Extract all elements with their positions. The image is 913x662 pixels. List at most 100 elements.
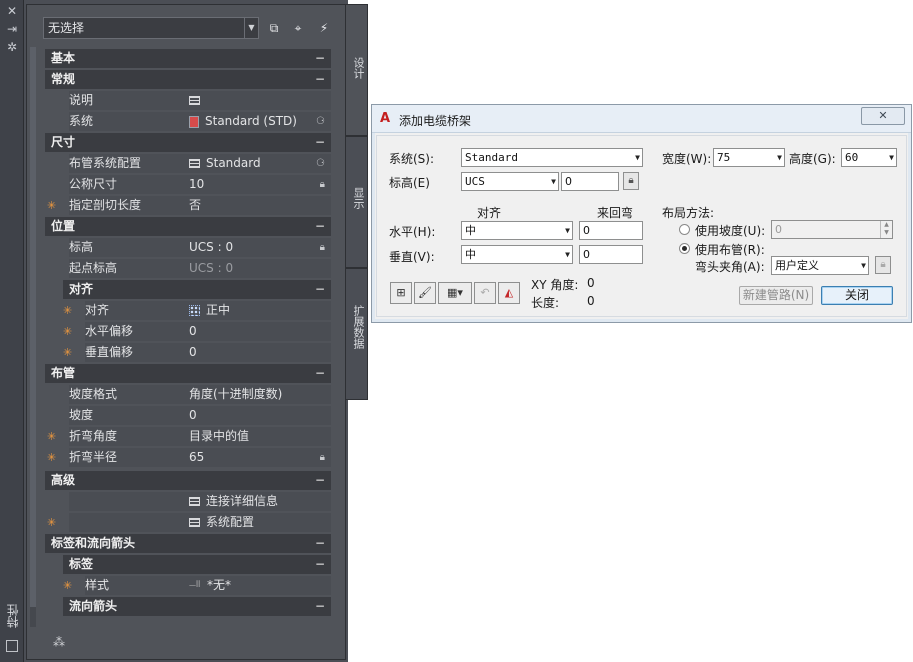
scrollbar[interactable] <box>30 47 36 627</box>
section-routing[interactable]: 布管 − <box>45 364 331 383</box>
quick-select-icon[interactable]: ⚡ <box>315 19 333 37</box>
selection-dropdown[interactable]: 无选择 ▼ <box>43 17 259 39</box>
lock-icon[interactable]: 🔒︎ <box>320 175 325 194</box>
binoculars-icon[interactable]: ⚆ <box>316 112 325 131</box>
property-row-system-config[interactable]: ✳ 系统配置 <box>45 513 331 532</box>
chevron-down-icon[interactable]: ▼ <box>244 18 258 38</box>
property-value[interactable]: 10 <box>187 175 331 194</box>
property-row-slope-format[interactable]: 坡度格式 角度(十进制度数) <box>45 385 331 404</box>
use-slope-radio[interactable] <box>679 224 690 235</box>
match-icon[interactable]: ⊞ <box>390 282 412 304</box>
spinner-icon[interactable]: ▲ ▼ <box>880 221 892 238</box>
section-location[interactable]: 位置 − <box>45 217 331 236</box>
property-row-slope[interactable]: 坡度 0 <box>45 406 331 425</box>
property-value[interactable]: 65 <box>187 448 331 467</box>
tab-extended-data[interactable]: 扩展数据 <box>346 268 368 400</box>
property-value[interactable]: 0 <box>187 406 331 425</box>
lock-icon[interactable]: 🔒︎ <box>320 238 325 257</box>
section-dimensions[interactable]: 尺寸 − <box>45 133 331 152</box>
collapse-icon[interactable]: − <box>315 133 325 152</box>
section-labels-flow[interactable]: 标签和流向箭头 − <box>45 534 331 553</box>
property-row-connection-details[interactable]: 连接详细信息 <box>45 492 331 511</box>
height-dropdown[interactable]: 60 ▼ <box>841 148 897 167</box>
section-flow-arrows[interactable]: 流向箭头 − <box>63 597 331 616</box>
add-to-selection-icon[interactable]: ⧉ <box>265 19 283 37</box>
property-value[interactable]: 0 <box>187 343 331 362</box>
undo-icon[interactable]: ↶ <box>474 282 496 304</box>
property-row-bend-radius[interactable]: ✳ 折弯半径 65 🔒︎ <box>45 448 331 467</box>
property-row-routing-pref[interactable]: 布管系统配置 Standard ⚆ <box>45 154 331 173</box>
property-row-system[interactable]: 系统 Standard (STD) ⚆ <box>45 112 331 131</box>
width-dropdown[interactable]: 75 ▼ <box>713 148 785 167</box>
vertical-justify-dropdown[interactable]: 中 ▼ <box>461 245 573 264</box>
property-value[interactable]: Standard <box>187 154 331 173</box>
property-row-h-offset[interactable]: ✳ 水平偏移 0 <box>45 322 331 341</box>
settings-icon[interactable]: ✲ <box>5 40 19 54</box>
asterisk-icon: ✳ <box>63 304 73 317</box>
new-run-button[interactable]: 新建管路(N) <box>739 286 813 305</box>
property-value[interactable]: 否 <box>187 196 331 215</box>
bend-angle-dropdown[interactable]: 用户定义 ▼ <box>771 256 869 275</box>
collapse-icon[interactable]: − <box>315 70 325 89</box>
property-row-elevation[interactable]: 标高 UCS : 0 🔒︎ <box>45 238 331 257</box>
system-dropdown[interactable]: Standard ▼ <box>461 148 643 167</box>
collapse-icon[interactable]: − <box>315 364 325 383</box>
lock-icon[interactable]: 🔒︎ <box>875 256 891 274</box>
scrollbar-thumb[interactable] <box>30 47 36 607</box>
section-advanced[interactable]: 高级 − <box>45 471 331 490</box>
compass-icon[interactable]: ◭ <box>498 282 520 304</box>
property-value[interactable]: 正中 <box>187 301 331 320</box>
property-row-cut-length[interactable]: ✳ 指定剖切长度 否 <box>45 196 331 215</box>
property-value[interactable] <box>187 91 331 110</box>
property-value[interactable]: —ꟾꟾ *无* <box>187 576 331 595</box>
property-value[interactable]: 目录中的值 <box>187 427 331 446</box>
property-row-style[interactable]: ✳ 样式 —ꟾꟾ *无* <box>45 576 331 595</box>
use-routing-radio[interactable] <box>679 243 690 254</box>
property-value[interactable]: 角度(十进制度数) <box>187 385 331 404</box>
collapse-icon[interactable]: − <box>315 555 325 574</box>
catalog-dropdown-icon[interactable]: ▦▾ <box>438 282 472 304</box>
custom-properties-icon[interactable]: ⁂ <box>53 635 65 649</box>
property-value[interactable]: 连接详细信息 <box>187 492 331 511</box>
section-title: 流向箭头 <box>69 599 118 613</box>
paintbrush-icon[interactable]: 🖌︎ <box>414 282 436 304</box>
lock-icon[interactable]: 🔒︎ <box>623 172 639 190</box>
property-value[interactable]: 系统配置 <box>187 513 331 532</box>
collapse-icon[interactable]: − <box>315 471 325 490</box>
property-row-description[interactable]: 说明 <box>45 91 331 110</box>
close-icon[interactable]: ✕ <box>5 4 19 18</box>
pick-object-icon[interactable]: ⌖ <box>289 19 307 37</box>
property-row-start-elevation: 起点标高 UCS : 0 <box>45 259 331 278</box>
collapse-icon[interactable]: − <box>315 217 325 236</box>
close-button[interactable]: ✕ <box>861 107 905 125</box>
close-dialog-button[interactable]: 关闭 <box>821 286 893 305</box>
collapse-icon[interactable]: − <box>315 597 325 616</box>
horizontal-justify-dropdown[interactable]: 中 ▼ <box>461 221 573 240</box>
lock-icon[interactable]: 🔒︎ <box>320 448 325 467</box>
section-labels[interactable]: 标签 − <box>63 555 331 574</box>
section-general[interactable]: 常规 − <box>45 70 331 89</box>
collapse-icon[interactable]: − <box>315 49 325 68</box>
slope-input[interactable]: 0 ▲ ▼ <box>771 220 893 239</box>
property-value-text: *无* <box>207 578 232 592</box>
binoculars-icon[interactable]: ⚆ <box>316 154 325 173</box>
tab-design[interactable]: 设计 <box>346 4 368 136</box>
property-row-v-offset[interactable]: ✳ 垂直偏移 0 <box>45 343 331 362</box>
property-value[interactable]: 0 <box>187 322 331 341</box>
vertical-offset-input[interactable]: 0 <box>579 245 643 264</box>
property-row-bend-angle[interactable]: ✳ 折弯角度 目录中的值 <box>45 427 331 446</box>
section-justification[interactable]: 对齐 − <box>63 280 331 299</box>
elevation-input[interactable]: 0 <box>561 172 619 191</box>
horizontal-justify-value: 中 <box>465 224 476 237</box>
autohide-icon[interactable]: ⇥ <box>5 22 19 36</box>
property-value[interactable]: UCS : 0 <box>187 238 331 257</box>
collapse-icon[interactable]: − <box>315 534 325 553</box>
property-value[interactable]: Standard (STD) <box>187 112 331 131</box>
property-row-nominal-size[interactable]: 公称尺寸 10 🔒︎ <box>45 175 331 194</box>
elevation-ucs-dropdown[interactable]: UCS ▼ <box>461 172 559 191</box>
horizontal-offset-input[interactable]: 0 <box>579 221 643 240</box>
collapse-icon[interactable]: − <box>315 280 325 299</box>
property-row-justify[interactable]: ✳ 对齐 正中 <box>45 301 331 320</box>
tab-display[interactable]: 显示 <box>346 136 368 268</box>
section-basic[interactable]: 基本 − <box>45 49 331 68</box>
